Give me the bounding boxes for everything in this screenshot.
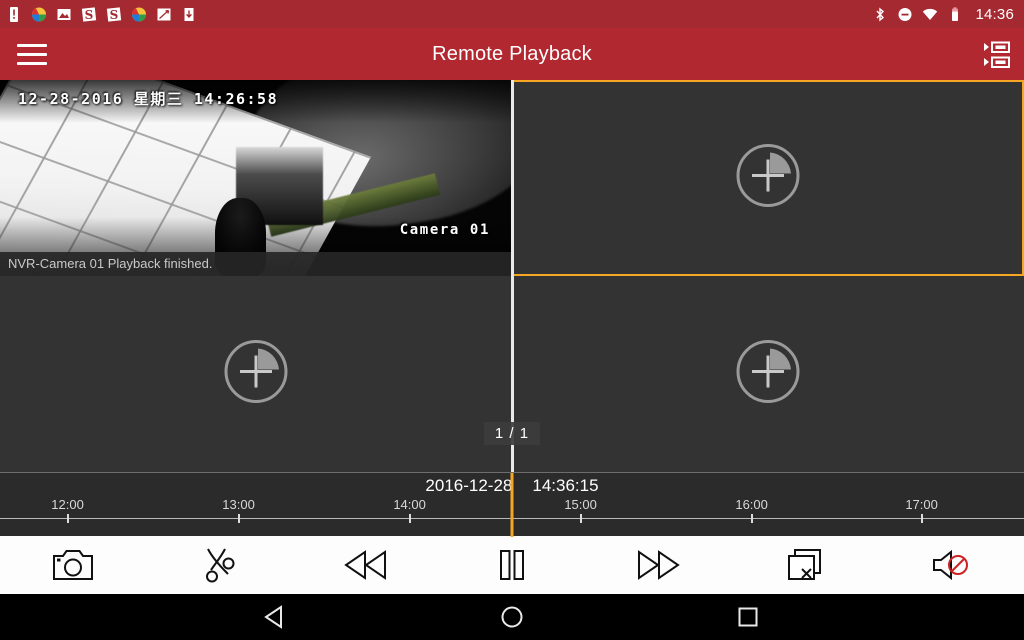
hamburger-menu-icon[interactable]: [6, 28, 58, 80]
timeline-tick: [66, 514, 69, 523]
hamburger-bar-1: [17, 43, 47, 47]
timeline-tick: [750, 514, 753, 523]
s-app-icon: S: [81, 6, 97, 22]
add-channel-icon[interactable]: [732, 140, 804, 217]
multi-channel-playback-glyph: [984, 41, 1010, 68]
android-navigation-bar: [0, 594, 1024, 640]
gallery-image-icon: [57, 8, 71, 20]
video-cell-2[interactable]: [512, 80, 1024, 276]
osd-timestamp: 12-28-2016 星期三 14:26:58: [18, 90, 279, 108]
add-channel-glyph: [736, 144, 800, 207]
bluetooth-icon: [876, 7, 885, 21]
fast-forward-icon: [638, 550, 681, 580]
timeline-tick: [408, 514, 411, 523]
multi-channel-playback-icon[interactable]: [978, 36, 1016, 74]
battery-alert-icon: [10, 6, 18, 22]
color-wheel-icon-2: [132, 7, 146, 21]
timeline-tick: [579, 514, 582, 523]
timeline-time: 14:36:15: [532, 476, 599, 495]
battery-icon: [952, 6, 959, 21]
timeline-tick: [237, 514, 240, 523]
status-bar-notification-icons: S S: [6, 6, 197, 23]
add-channel-icon[interactable]: [732, 336, 804, 413]
page-title: Remote Playback: [432, 42, 592, 65]
timeline-date: 2016-12-28: [425, 476, 513, 495]
timeline-tick: [920, 514, 923, 523]
camera-icon: [53, 550, 94, 580]
video-cell-3[interactable]: [0, 276, 512, 472]
snapshot-button[interactable]: [38, 536, 108, 594]
timeline-label: 12:00: [51, 497, 84, 512]
speaker-muted-icon: [932, 549, 968, 581]
video-cell-1[interactable]: 12-28-2016 星期三 14:26:58 Camera 01 NVR-Ca…: [0, 80, 512, 276]
status-bar-clock: 14:36: [975, 5, 1014, 23]
hamburger-bar-3: [17, 61, 47, 65]
cell-status-message: NVR-Camera 01 Playback finished.: [0, 252, 512, 276]
add-channel-glyph: [224, 340, 288, 403]
android-status-bar: S S 14:36: [0, 0, 1024, 28]
pause-icon: [499, 550, 524, 580]
remote-playback-screen: S S 14:36 Remote Playback 12-28-2016 星期三…: [0, 0, 1024, 640]
add-channel-icon[interactable]: [220, 336, 292, 413]
pause-button[interactable]: [477, 536, 547, 594]
rewind-button[interactable]: [331, 536, 401, 594]
camera-video-frame: [0, 80, 512, 276]
timeline-label: 17:00: [905, 497, 938, 512]
android-back-button[interactable]: [249, 594, 303, 640]
status-bar-system-icons: 14:36: [872, 6, 1014, 23]
page-indicator: 1 / 1: [483, 422, 541, 445]
do-not-disturb-icon: [898, 7, 912, 21]
add-channel-glyph: [736, 340, 800, 403]
svg-text:S: S: [85, 8, 94, 22]
rewind-icon: [343, 550, 386, 580]
back-triangle-icon: [264, 605, 282, 629]
clip-button[interactable]: [184, 536, 254, 594]
video-cell-4[interactable]: [512, 276, 1024, 472]
grid-page-divider-line: [511, 80, 514, 472]
mute-button[interactable]: [916, 536, 986, 594]
download-icon: [184, 7, 194, 21]
osd-camera-name: Camera 01: [399, 222, 490, 238]
s-app-icon-2: S: [106, 6, 122, 22]
recents-square-icon: [738, 607, 758, 627]
playback-timeline[interactable]: 2016-12-28 14:36:15 12:00 13:00 14:00 15…: [0, 472, 1024, 537]
android-recents-button[interactable]: [721, 594, 775, 640]
fast-forward-button[interactable]: [623, 536, 693, 594]
app-bar: Remote Playback: [0, 28, 1024, 80]
hamburger-bar-2: [17, 52, 47, 56]
timeline-label: 16:00: [735, 497, 768, 512]
svg-text:S: S: [110, 8, 119, 22]
wifi-icon: [923, 8, 938, 20]
scissors-icon: [206, 548, 235, 583]
home-circle-icon: [501, 606, 523, 628]
close-all-windows-icon: [787, 549, 821, 580]
android-home-button[interactable]: [485, 594, 539, 640]
color-wheel-icon: [32, 7, 46, 21]
screenshot-icon: [157, 8, 171, 20]
timeline-label: 14:00: [393, 497, 426, 512]
timeline-label: 15:00: [564, 497, 597, 512]
close-all-button[interactable]: [770, 536, 840, 594]
timeline-playhead[interactable]: [510, 473, 514, 537]
timeline-label: 13:00: [222, 497, 255, 512]
playback-control-bar: [0, 536, 1024, 594]
